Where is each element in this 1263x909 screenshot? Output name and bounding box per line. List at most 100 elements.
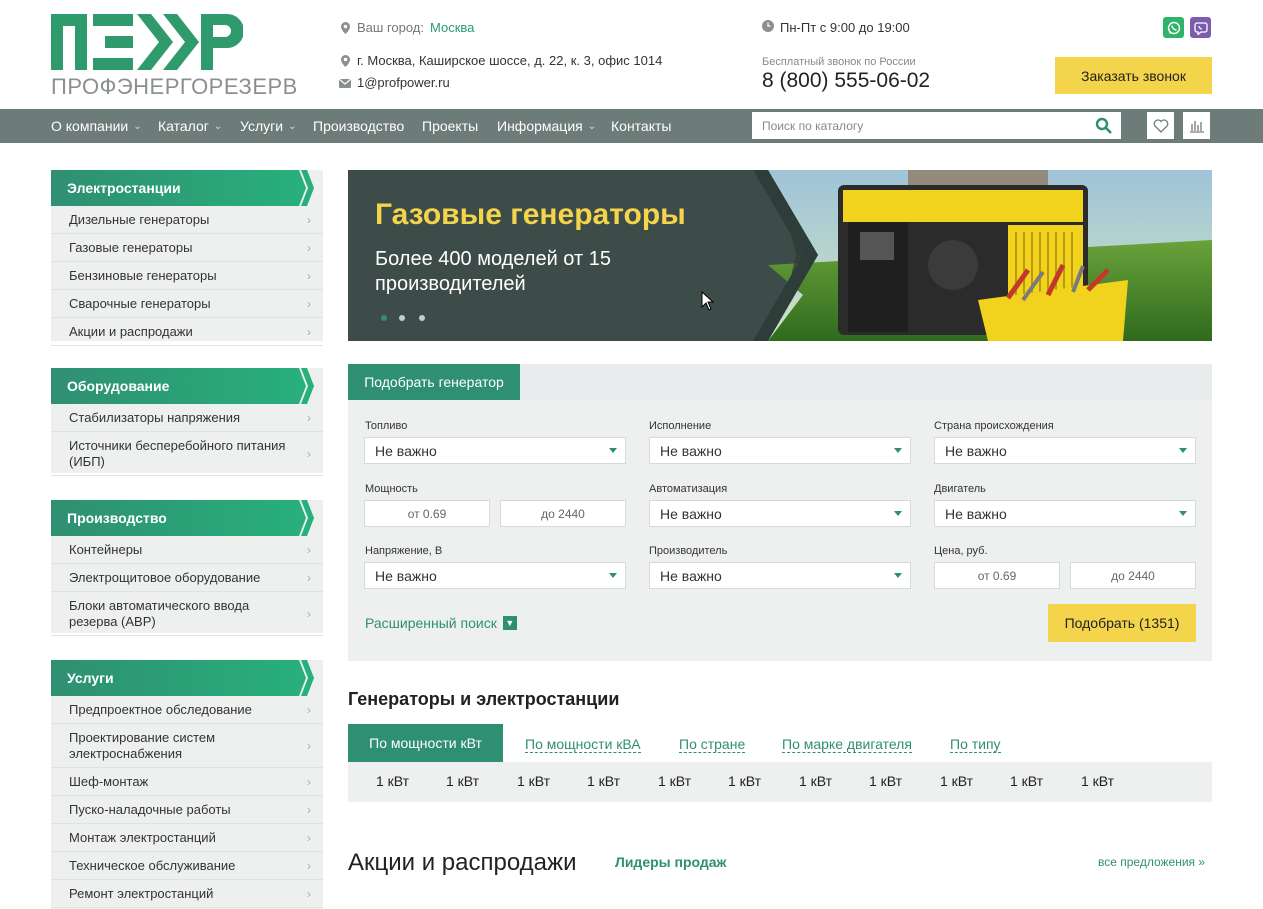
power-value-link[interactable]: 1 кВт (376, 773, 409, 789)
tab-bestsellers[interactable]: Лидеры продаж (615, 854, 726, 870)
hero-banner[interactable]: Газовые генераторы Более 400 моделей от … (348, 170, 1212, 341)
price-from-input[interactable]: от 0.69 (934, 562, 1060, 589)
power-value-link[interactable]: 1 кВт (1081, 773, 1114, 789)
tab-pick-generator[interactable]: Подобрать генератор (348, 364, 520, 400)
manufacturer-select[interactable]: Не важно (649, 562, 911, 589)
power-label: Мощность (365, 483, 418, 495)
nav-item-contacts[interactable]: Контакты (611, 109, 671, 143)
city-selector[interactable]: Ваш город: Москва (339, 20, 474, 35)
nav-item-catalog[interactable]: Каталог ⌄ (158, 109, 222, 143)
sidebar-item[interactable]: Шеф-монтаж › (51, 768, 323, 796)
power-value-link[interactable]: 1 кВт (799, 773, 832, 789)
sidebar-item[interactable]: Газовые генераторы › (51, 234, 323, 262)
chevron-right-icon: › (307, 410, 311, 425)
sidebar-item[interactable]: Проектирование систем электроснабжения › (51, 724, 323, 768)
nav-item-services[interactable]: Услуги ⌄ (240, 109, 296, 143)
sidebar-item[interactable]: Техническое обслуживание › (51, 852, 323, 880)
power-value-link[interactable]: 1 кВт (587, 773, 620, 789)
sidebar-item[interactable]: Сварочные генераторы › (51, 290, 323, 318)
sidebar-item[interactable]: Контейнеры › (51, 536, 323, 564)
phone-number[interactable]: 8 (800) 555-06-02 (762, 69, 930, 93)
slider-dot-active[interactable] (381, 315, 387, 321)
chevron-right-icon: › (307, 886, 311, 901)
power-from-input[interactable]: от 0.69 (364, 500, 490, 527)
whatsapp-icon[interactable] (1163, 17, 1184, 38)
caret-down-icon (609, 573, 617, 578)
voltage-select[interactable]: Не важно (364, 562, 626, 589)
sidebar-heading[interactable]: Услуги (51, 660, 323, 696)
power-value-link[interactable]: 1 кВт (728, 773, 761, 789)
generators-heading: Генераторы и электростанции (348, 689, 620, 709)
sidebar-item[interactable]: Ремонт электростанций › (51, 880, 323, 908)
nav-item-label: Проекты (422, 118, 479, 134)
email-link[interactable]: 1@profpower.ru (357, 75, 450, 90)
price-to-input[interactable]: до 2440 (1070, 562, 1196, 589)
submit-filter-button[interactable]: Подобрать (1351) (1048, 604, 1196, 642)
country-label: Страна происхождения (934, 420, 1054, 432)
nav-item-projects[interactable]: Проекты (422, 109, 478, 143)
power-value-link[interactable]: 1 кВт (1010, 773, 1043, 789)
tab-power-kva[interactable]: По мощности кВА (525, 736, 641, 753)
tab-power-kw[interactable]: По мощности кВт (348, 724, 503, 762)
chevron-right-icon: › (307, 570, 311, 585)
execution-select[interactable]: Не важно (649, 437, 911, 464)
sidebar-group-power-plants: Электростанции Дизельные генераторы › Газ… (51, 170, 323, 346)
advanced-search-toggle[interactable]: Расширенный поиск ▼ (365, 615, 517, 631)
sidebar-item[interactable]: Бензиновые генераторы › (51, 262, 323, 290)
email[interactable]: 1@profpower.ru (339, 75, 450, 90)
site-header: ПРОФЭНЕРГОРЕЗЕРВ Ваш город: Москва г. Мо… (0, 0, 1263, 109)
slider-dot[interactable] (419, 315, 425, 321)
chevron-right-icon: › (307, 858, 311, 873)
power-value-link[interactable]: 1 кВт (446, 773, 479, 789)
sidebar-item[interactable]: Пуско-наладочные работы › (51, 796, 323, 824)
nav-item-info[interactable]: Информация ⌄ (497, 109, 596, 143)
power-value-link[interactable]: 1 кВт (517, 773, 550, 789)
callback-button[interactable]: Заказать звонок (1055, 57, 1212, 94)
slider-dot[interactable] (399, 315, 405, 321)
power-to-input[interactable]: до 2440 (500, 500, 626, 527)
tab-engine-brand[interactable]: По марке двигателя (782, 736, 912, 753)
country-select[interactable]: Не важно (934, 437, 1196, 464)
sidebar-heading[interactable]: Производство (51, 500, 323, 536)
chevron-right-icon: › (307, 830, 311, 845)
search-icon[interactable] (1095, 117, 1113, 135)
power-value-link[interactable]: 1 кВт (940, 773, 973, 789)
engine-select[interactable]: Не важно (934, 500, 1196, 527)
nav-item-production[interactable]: Производство (313, 109, 404, 143)
all-offers-link[interactable]: все предложения » (1098, 855, 1205, 869)
sidebar-item[interactable]: Дизельные генераторы › (51, 206, 323, 234)
tab-type[interactable]: По типу (950, 736, 1001, 753)
sidebar-heading[interactable]: Оборудование (51, 368, 323, 404)
chevron-right-icon: › (307, 212, 311, 227)
automation-select[interactable]: Не важно (649, 500, 911, 527)
nav-item-label: Услуги (240, 118, 284, 134)
main-nav: О компании ⌄ Каталог ⌄ Услуги ⌄ Производств… (0, 109, 1263, 143)
sidebar-item[interactable]: Акции и распродажи › (51, 318, 323, 346)
fuel-select[interactable]: Не важно (364, 437, 626, 464)
sidebar-item-label: Контейнеры (69, 542, 143, 557)
sidebar-item-label: Предпроектное обследование (69, 702, 252, 717)
power-value-link[interactable]: 1 кВт (869, 773, 902, 789)
sidebar-item[interactable]: Блоки автоматического ввода резерва (АВР… (51, 592, 323, 636)
compare-chart-icon[interactable] (1183, 112, 1210, 139)
sidebar-item[interactable]: Монтаж электростанций › (51, 824, 323, 852)
city-link[interactable]: Москва (430, 20, 474, 35)
sidebar-item[interactable]: Предпроектное обследование › (51, 696, 323, 724)
logo[interactable]: ПРОФЭНЕРГОРЕЗЕРВ (51, 14, 297, 99)
nav-item-label: Информация (497, 118, 583, 134)
search-input[interactable] (752, 113, 1082, 138)
viber-icon[interactable] (1190, 17, 1211, 38)
favorites-heart-icon[interactable] (1147, 112, 1174, 139)
sidebar-item-label: Газовые генераторы (69, 240, 193, 255)
tab-country[interactable]: По стране (679, 736, 746, 753)
nav-item-about[interactable]: О компании ⌄ (51, 109, 142, 143)
sidebar-item[interactable]: Стабилизаторы напряжения › (51, 404, 323, 432)
banner-title: Газовые генераторы (375, 198, 686, 231)
engine-select-value: Не важно (945, 505, 1007, 522)
sidebar-heading[interactable]: Электростанции (51, 170, 323, 206)
work-schedule: Пн-Пт с 9:00 до 19:00 (762, 20, 910, 35)
sidebar-item[interactable]: Источники бесперебойного питания (ИБП) › (51, 432, 323, 476)
power-value-link[interactable]: 1 кВт (658, 773, 691, 789)
sidebar-item[interactable]: Электрощитовое оборудование › (51, 564, 323, 592)
sidebar-heading-label: Услуги (67, 670, 114, 686)
